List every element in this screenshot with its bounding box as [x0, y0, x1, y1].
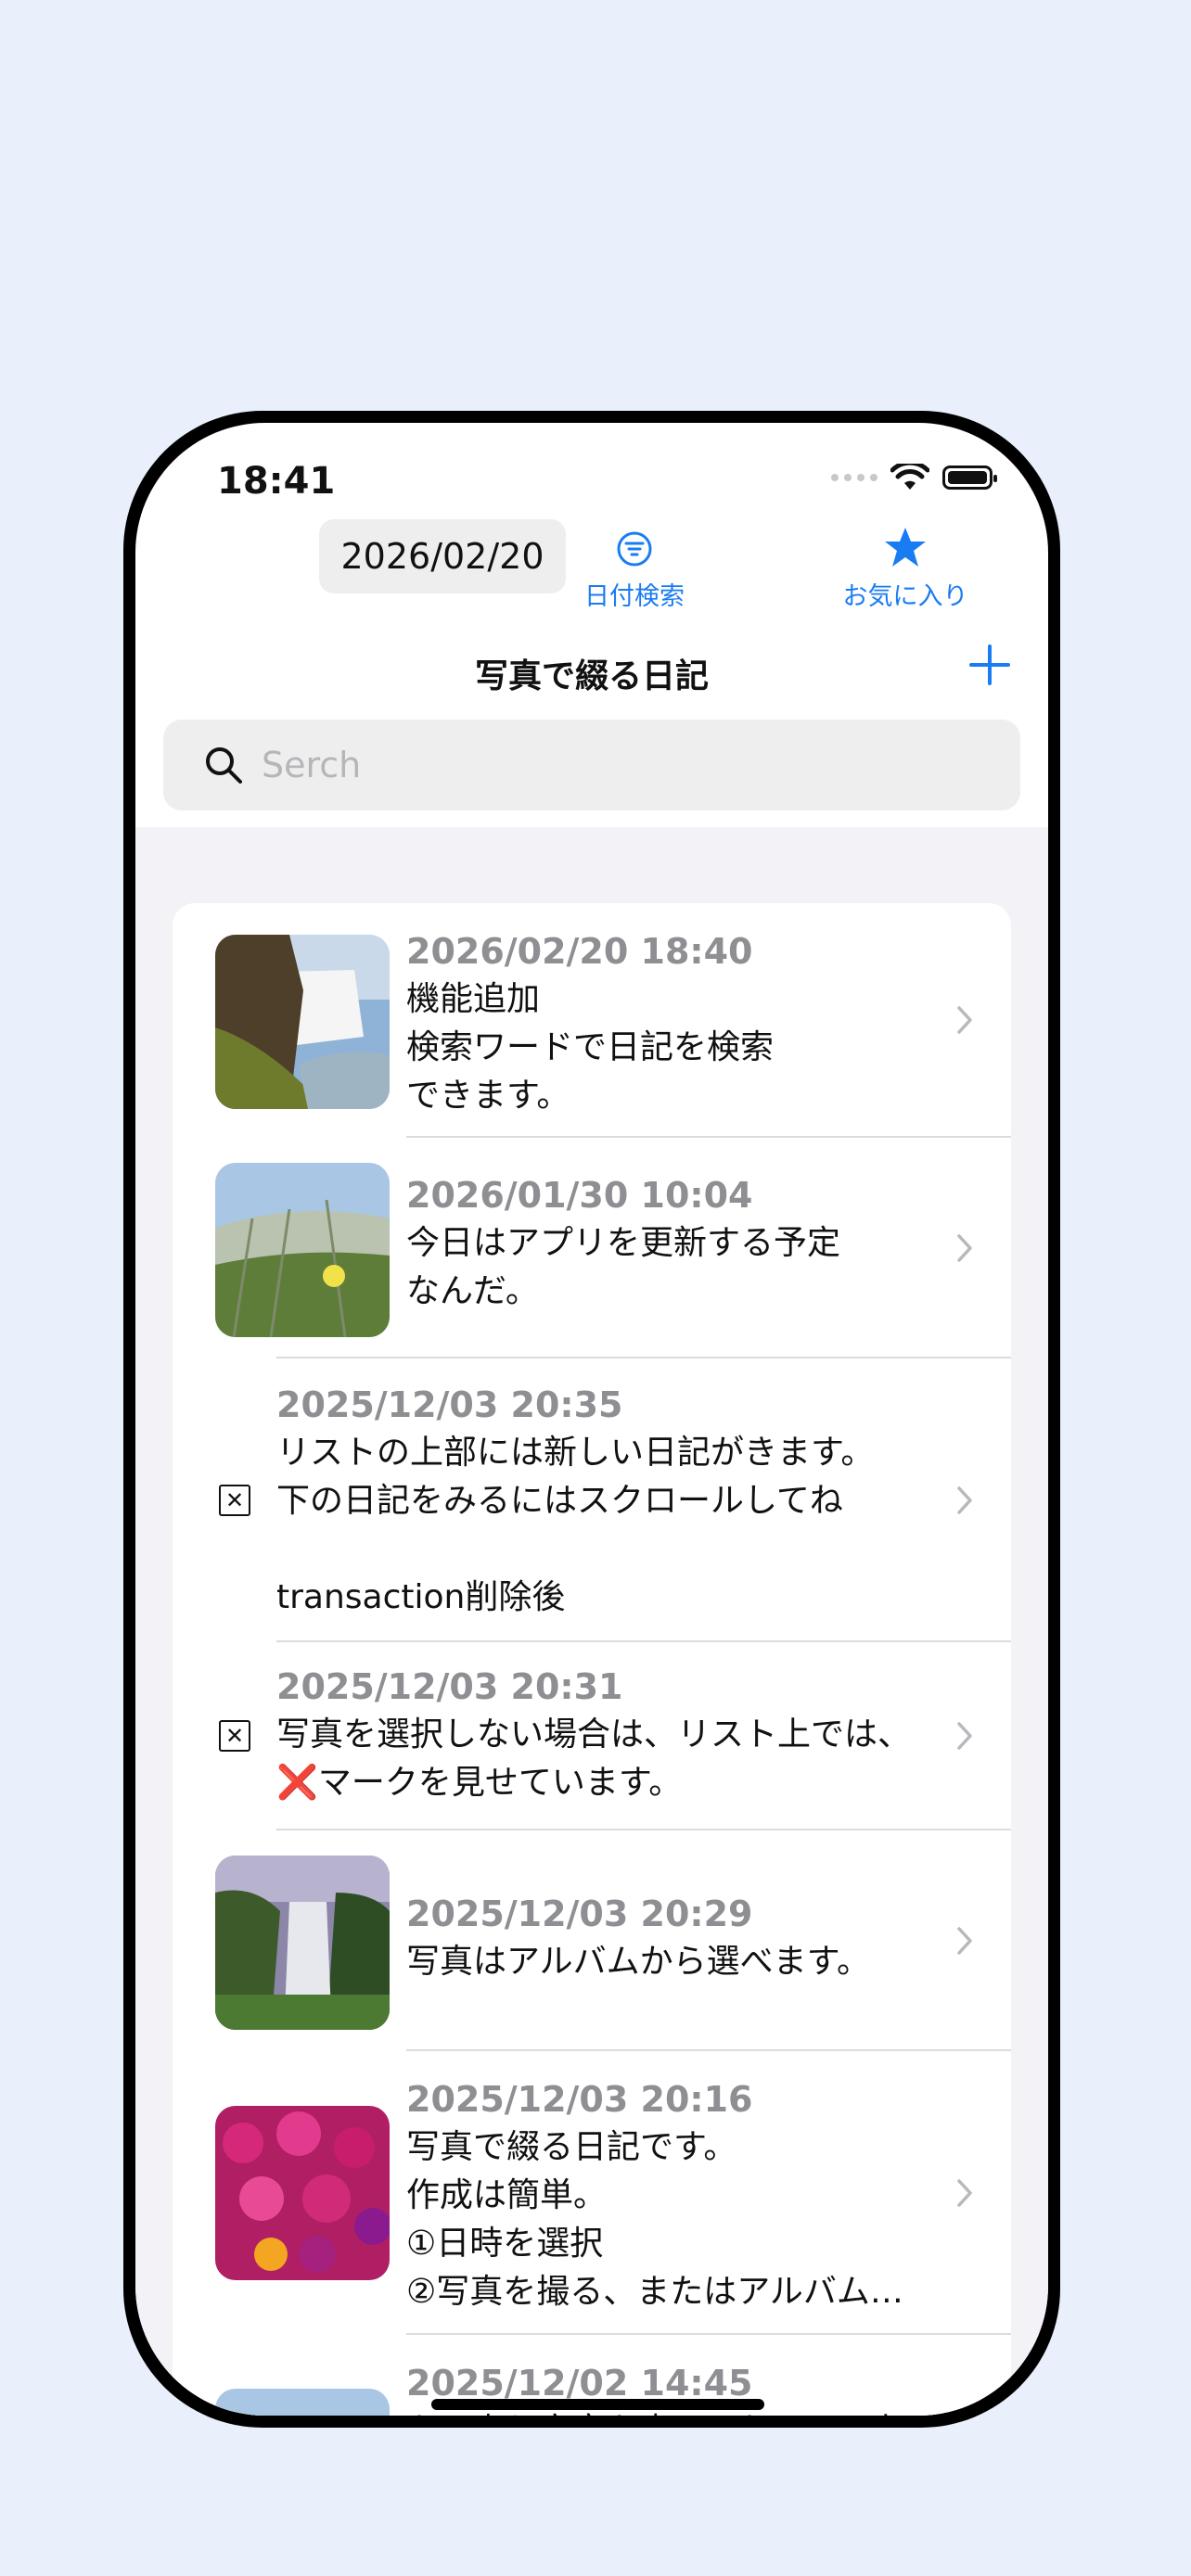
entry-text: 機能追加 検索ワードで日記を検索 できます。	[406, 980, 775, 1115]
entry-datetime: 2025/12/03 20:35	[276, 1384, 623, 1425]
entry-photo	[215, 2389, 390, 2416]
entry-datetime: 2025/12/03 20:31	[276, 1666, 623, 1707]
favorites-label: お気に入り	[842, 582, 968, 611]
battery-icon	[942, 465, 997, 490]
page-title: 写真で綴る日記	[474, 657, 709, 695]
red-x-mark-icon: ❌	[276, 1764, 318, 1802]
chevron-right-icon	[957, 1927, 972, 1955]
entry-text: 今日はアプリを更新する予定 なんだ。	[406, 1224, 841, 1310]
filter-icon	[617, 531, 652, 567]
entry-text-line2: マークを見せています。	[317, 1764, 683, 1802]
date-filter-label: 日付検索	[584, 582, 685, 611]
chevron-right-icon	[957, 1234, 972, 1262]
diary-entry[interactable]: ✕ 2025/12/03 20:31 写真を選択しない場合は、リスト上では、 ❌マ…	[173, 1642, 1011, 1830]
diary-entry[interactable]: ✕ 2025/12/03 20:35 リストの上部には新しい日記がきます。 下の…	[173, 1358, 1011, 1642]
diary-entry[interactable]: 2025/12/03 20:16 写真で綴る日記です。 作成は簡単。 ①日時を選…	[173, 2051, 1011, 2335]
chevron-right-icon	[957, 1006, 972, 1034]
favorites-button[interactable]: お気に入り	[813, 527, 998, 612]
signal-dots-icon	[831, 474, 877, 481]
home-indicator[interactable]	[431, 2399, 764, 2410]
chevron-right-icon	[957, 2179, 972, 2207]
entry-text: 写真を選択しない場合は、リスト上では、 ❌マークを見せています。	[276, 1711, 937, 1807]
entry-text-line1: 写真を選択しない場合は、リスト上では、	[276, 1715, 912, 1753]
entry-text: リストの上部には新しい日記がきます。 下の日記をみるにはスクロールしてね tra…	[276, 1434, 875, 1616]
phone-frame: 18:41 2026/02/20 日付検索 お気に入り 写真で綴る日記 Serc…	[123, 411, 1060, 2428]
diary-list: 2026/02/20 18:40 機能追加 検索ワードで日記を検索 できます。	[173, 903, 1011, 2416]
entry-datetime: 2026/02/20 18:40	[406, 931, 753, 972]
entry-datetime: 2026/01/30 10:04	[406, 1175, 753, 1216]
entry-datetime: 2025/12/03 20:16	[406, 2079, 753, 2120]
date-filter-button[interactable]: 日付検索	[577, 530, 692, 612]
x-box-icon: ✕	[219, 1485, 250, 1516]
wifi-icon	[890, 464, 929, 490]
entry-photo	[215, 1855, 390, 2030]
plus-icon[interactable]	[967, 642, 1013, 688]
search-icon	[206, 747, 242, 784]
x-box-icon: ✕	[219, 1720, 250, 1752]
chevron-right-icon	[957, 1486, 972, 1514]
entry-photo	[215, 1163, 390, 1337]
star-icon	[885, 528, 926, 567]
entry-text: 写真はアルバムから選べます。	[406, 1943, 871, 1981]
status-icons	[831, 464, 997, 491]
entry-text: 写真で綴る日記です。 作成は簡単。 ①日時を選択 ②写真を撮る、またはアルバム…	[406, 2128, 903, 2311]
entry-photo	[215, 935, 390, 1109]
status-time: 18:41	[217, 460, 336, 503]
diary-entry[interactable]: 2025/12/03 20:29 写真はアルバムから選べます。	[173, 1830, 1011, 2051]
search-bar[interactable]	[163, 720, 1020, 810]
diary-entry[interactable]: 2026/02/20 18:40 機能追加 検索ワードで日記を検索 できます。	[173, 903, 1011, 1138]
diary-entry[interactable]: 2026/01/30 10:04 今日はアプリを更新する予定 なんだ。	[173, 1138, 1011, 1358]
app-screen: 18:41 2026/02/20 日付検索 お気に入り 写真で綴る日記 Serc…	[135, 423, 1048, 2416]
chevron-right-icon	[957, 1722, 972, 1750]
date-picker-button[interactable]: 2026/02/20	[319, 519, 566, 593]
entry-photo	[215, 2106, 390, 2280]
search-input[interactable]	[260, 744, 913, 786]
entry-datetime: 2025/12/03 20:29	[406, 1894, 753, 1934]
